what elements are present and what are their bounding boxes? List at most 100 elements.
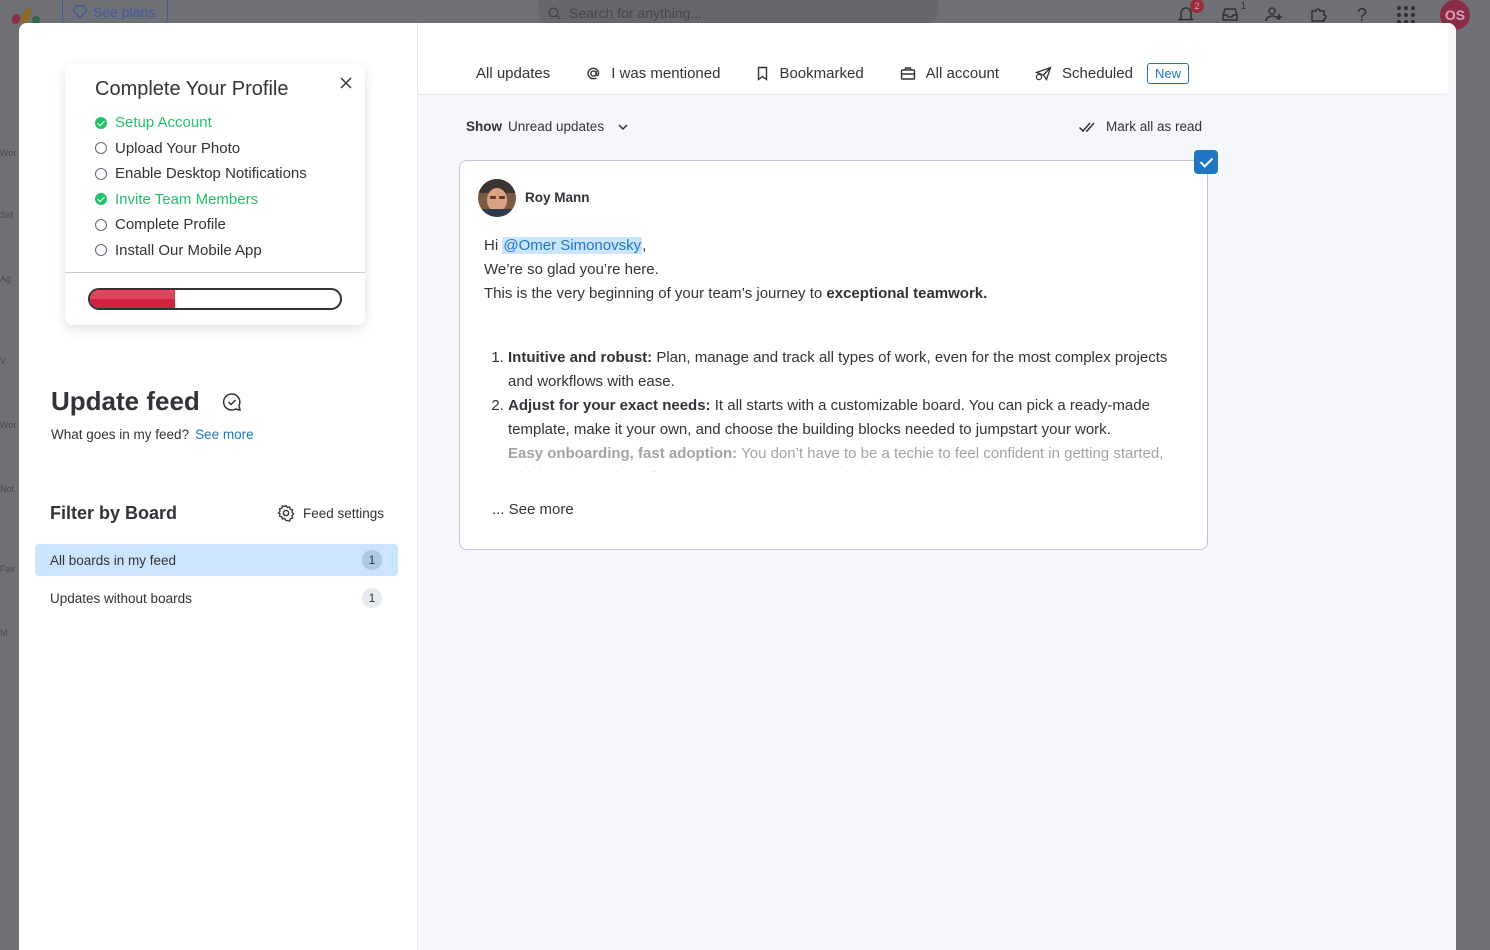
board-filter-without-boards[interactable]: Updates without boards 1 <box>35 582 398 614</box>
user-mention[interactable]: @Omer Simonovsky <box>502 237 643 254</box>
bookmark-icon <box>758 66 768 81</box>
help-icon[interactable]: ? <box>1352 5 1372 25</box>
list-item-bold: Easy onboarding, fast adoption: <box>508 445 738 462</box>
checklist-item[interactable]: Install Our Mobile App <box>95 238 307 264</box>
apps-puzzle-icon[interactable] <box>1308 5 1328 25</box>
at-sign-icon <box>587 67 600 80</box>
inbox-count: 1 <box>1240 1 1246 12</box>
list-item: Adjust for your exact needs: It all star… <box>508 394 1194 442</box>
chevron-down-icon <box>618 123 628 130</box>
left-nav-label: V <box>0 356 7 366</box>
bell-icon[interactable]: 2 <box>1176 0 1204 25</box>
show-value: Unread updates <box>508 119 605 134</box>
profile-progress-fill <box>90 290 175 308</box>
left-nav-label: M <box>0 628 8 638</box>
feed-settings-label: Feed settings <box>303 505 385 521</box>
left-nav-label: Wor <box>0 420 17 430</box>
post-body: Hi @Omer Simonovsky, We’re so glad you’r… <box>484 234 1194 472</box>
profile-card-close-button[interactable] <box>339 76 353 90</box>
checklist-item-label: Invite Team Members <box>115 190 259 208</box>
checklist-item[interactable]: Enable Desktop Notifications <box>95 161 307 187</box>
show-filter-dropdown[interactable]: Show Unread updates <box>466 119 630 134</box>
tab-label: All updates <box>476 65 551 82</box>
tab-label: I was mentioned <box>611 65 721 82</box>
feed-settings-button[interactable]: Feed settings <box>277 504 384 522</box>
tab-label: Bookmarked <box>779 65 864 82</box>
board-filter-count: 1 <box>362 588 382 608</box>
left-nav-label: Sid <box>0 210 14 220</box>
feed-subtitle-text: What goes in my feed? <box>51 427 190 442</box>
search-icon <box>548 6 561 20</box>
profile-card-title: Complete Your Profile <box>95 78 289 100</box>
diamond-icon <box>73 4 87 19</box>
see-more-link[interactable]: See more <box>195 427 254 442</box>
update-feed-modal: Complete Your Profile Setup Account Uploa… <box>19 23 1456 950</box>
feed-tabs: All updates I was mentioned Bookmarked A… <box>476 63 1189 84</box>
search-placeholder: Search for anything... <box>569 5 703 21</box>
checklist-item-label: Complete Profile <box>115 216 226 234</box>
left-nav-label: Ag <box>0 274 12 284</box>
see-plans-label: See plans <box>93 3 156 20</box>
feed-tabs-bar: All updates I was mentioned Bookmarked A… <box>418 23 1448 95</box>
list-item: Intuitive and robust: Plan, manage and t… <box>508 346 1194 394</box>
board-filter-all-boards[interactable]: All boards in my feed 1 <box>35 544 398 576</box>
left-nav-label: Not <box>0 484 15 494</box>
check-circle-icon <box>95 193 107 206</box>
tab-i-was-mentioned[interactable]: I was mentioned <box>586 65 720 82</box>
checklist-item[interactable]: Upload Your Photo <box>95 136 307 162</box>
checklist-item[interactable]: Complete Profile <box>95 212 307 238</box>
background-left-nav: Wor Sid Ag V Wor Not Fav M <box>0 30 19 950</box>
post-line: We’re so glad you’re here. <box>484 261 659 278</box>
new-badge: New <box>1146 63 1189 84</box>
see-plans-button[interactable]: See plans <box>62 0 168 24</box>
mark-all-as-read-button[interactable]: Mark all as read <box>1078 119 1202 134</box>
show-label: Show <box>466 119 502 134</box>
gear-icon <box>277 504 295 522</box>
checklist-item-label: Enable Desktop Notifications <box>115 165 307 183</box>
post-greeting: Hi <box>484 237 499 254</box>
close-icon <box>340 77 352 89</box>
empty-circle-icon <box>95 244 107 257</box>
empty-circle-icon <box>95 142 107 155</box>
paper-plane-clock-icon <box>1035 66 1052 81</box>
post-line3-text: This is the very beginning of your team’… <box>484 285 823 302</box>
post-see-more-link[interactable]: ... See more <box>492 501 574 518</box>
left-panel: Complete Your Profile Setup Account Uploa… <box>19 23 418 950</box>
tab-all-updates[interactable]: All updates <box>476 65 550 82</box>
post-line: This is the very beginning of your team’… <box>484 282 1194 306</box>
board-filter-label: All boards in my feed <box>50 552 177 568</box>
invite-user-icon[interactable] <box>1264 5 1284 25</box>
inbox-icon[interactable]: 1 <box>1220 1 1246 25</box>
list-item-bold: Intuitive and robust: <box>508 349 653 366</box>
tab-bookmarked[interactable]: Bookmarked <box>756 65 864 82</box>
checklist-item[interactable]: Invite Team Members <box>95 187 307 213</box>
tab-label: Scheduled <box>1062 65 1133 82</box>
update-chat-icon[interactable] <box>221 391 243 413</box>
divider <box>65 272 365 273</box>
profile-progress-bar <box>88 288 342 310</box>
grid-menu-icon[interactable] <box>1396 5 1416 25</box>
post-line: Hi @Omer Simonovsky, <box>484 237 647 254</box>
list-item: Easy onboarding, fast adoption: You don’… <box>508 442 1194 472</box>
update-post-card: Roy Mann Hi @Omer Simonovsky, We’re so g… <box>459 160 1208 550</box>
author-name[interactable]: Roy Mann <box>525 190 590 205</box>
post-read-checkbox[interactable] <box>1194 150 1218 174</box>
author-avatar[interactable] <box>478 179 516 217</box>
list-item-bold: Adjust for your exact needs: <box>508 397 711 414</box>
left-nav-label: Wor <box>0 148 17 158</box>
feed-subtitle: What goes in my feed? See more <box>51 427 254 442</box>
board-filter-count: 1 <box>362 550 382 570</box>
checklist-item[interactable]: Setup Account <box>95 110 307 136</box>
tab-all-account[interactable]: All account <box>900 65 999 82</box>
checklist-item-label: Setup Account <box>115 114 212 132</box>
notifications-badge: 2 <box>1190 0 1204 13</box>
checklist-item-label: Install Our Mobile App <box>115 241 262 259</box>
filter-by-board-title: Filter by Board <box>50 503 178 523</box>
profile-checklist: Setup Account Upload Your Photo Enable Des… <box>95 110 307 263</box>
board-filter-label: Updates without boards <box>50 590 192 606</box>
page-title: Update feed <box>51 386 200 416</box>
empty-circle-icon <box>95 167 107 180</box>
checklist-item-label: Upload Your Photo <box>115 139 241 157</box>
tab-scheduled[interactable]: Scheduled New <box>1035 63 1189 84</box>
right-panel: All updates I was mentioned Bookmarked A… <box>418 23 1456 950</box>
